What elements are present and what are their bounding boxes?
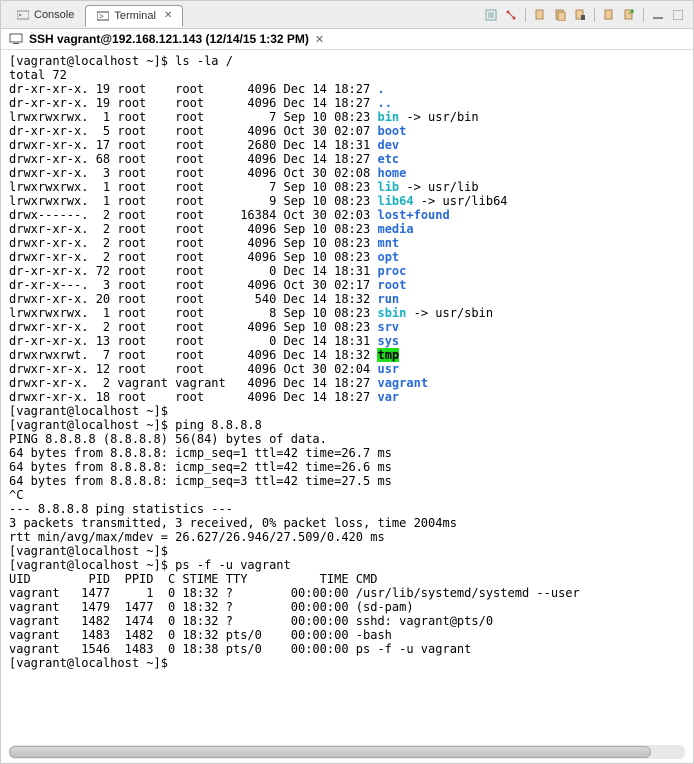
scrollbar-thumb[interactable]: [9, 746, 651, 758]
terminal-area[interactable]: [vagrant@localhost ~]$ ls -la / total 72…: [1, 50, 693, 763]
minimize-icon[interactable]: [649, 6, 667, 24]
scroll-lock-icon[interactable]: [571, 6, 589, 24]
separator: [643, 8, 644, 22]
separator: [594, 8, 595, 22]
separator: [525, 8, 526, 22]
tab-console-label: Console: [34, 9, 74, 21]
list-icon[interactable]: [482, 6, 500, 24]
terminal-output[interactable]: [vagrant@localhost ~]$ ls -la / total 72…: [9, 54, 685, 763]
window: Console > Terminal ✕ SSH vagr: [0, 0, 694, 764]
pin-icon[interactable]: [600, 6, 618, 24]
tab-terminal-label: Terminal: [114, 10, 156, 22]
close-icon[interactable]: ✕: [164, 10, 172, 21]
copy-icon[interactable]: [551, 6, 569, 24]
network-icon[interactable]: [502, 6, 520, 24]
horizontal-scrollbar[interactable]: [9, 745, 685, 759]
terminal-icon: >: [96, 9, 110, 23]
session-title: SSH vagrant@192.168.121.143 (12/14/15 1:…: [29, 32, 309, 46]
monitor-icon: [9, 32, 23, 46]
tab-console[interactable]: Console: [5, 4, 85, 26]
svg-text:>: >: [99, 12, 104, 21]
session-close-icon[interactable]: ✕: [315, 33, 324, 46]
tab-terminal[interactable]: > Terminal ✕: [85, 5, 183, 27]
maximize-icon[interactable]: [669, 6, 687, 24]
detach-icon[interactable]: [620, 6, 638, 24]
session-header: SSH vagrant@192.168.121.143 (12/14/15 1:…: [1, 29, 693, 50]
tab-bar: Console > Terminal ✕: [1, 1, 693, 29]
toolbar: [482, 6, 693, 24]
paste-icon[interactable]: [531, 6, 549, 24]
console-icon: [16, 8, 30, 22]
